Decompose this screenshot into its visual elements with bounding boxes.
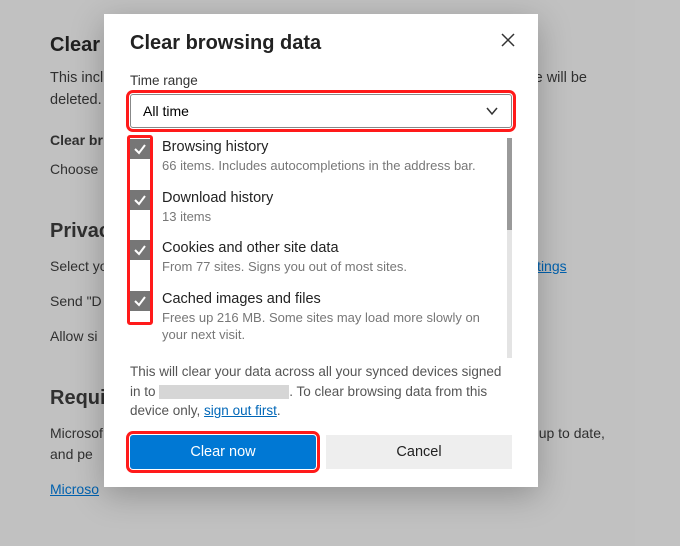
redacted-account	[159, 385, 289, 399]
sync-notice: This will clear your data across all you…	[130, 362, 512, 421]
close-icon	[501, 33, 515, 47]
checkbox-cached[interactable]	[130, 291, 150, 311]
option-subtitle: From 77 sites. Signs you out of most sit…	[162, 259, 499, 276]
sign-out-link[interactable]: sign out first	[204, 403, 277, 418]
option-subtitle: 66 items. Includes autocompletions in th…	[162, 158, 499, 175]
close-button[interactable]	[496, 28, 520, 52]
checkbox-download-history[interactable]	[130, 190, 150, 210]
scrollbar-thumb[interactable]	[507, 138, 512, 230]
clear-now-button[interactable]: Clear now	[130, 435, 316, 469]
option-subtitle: 13 items	[162, 209, 499, 226]
checkmark-icon	[133, 243, 147, 257]
sync-dot: .	[277, 403, 281, 418]
option-title: Cached images and files	[162, 290, 499, 309]
clear-browsing-data-dialog: Clear browsing data Time range All time …	[104, 14, 538, 487]
checkmark-icon	[133, 142, 147, 156]
option-download-history: Download history 13 items	[130, 189, 499, 226]
time-range-select[interactable]: All time	[130, 94, 512, 128]
chevron-down-icon	[485, 104, 499, 118]
option-cached: Cached images and files Frees up 216 MB.…	[130, 290, 499, 344]
checkmark-icon	[133, 193, 147, 207]
time-range-value: All time	[143, 103, 189, 119]
option-title: Browsing history	[162, 138, 499, 157]
cancel-button[interactable]: Cancel	[326, 435, 512, 469]
option-cookies: Cookies and other site data From 77 site…	[130, 239, 499, 276]
option-title: Download history	[162, 189, 499, 208]
dialog-title: Clear browsing data	[130, 32, 512, 55]
options-list: Browsing history 66 items. Includes auto…	[130, 138, 507, 358]
checkmark-icon	[133, 294, 147, 308]
checkbox-browsing-history[interactable]	[130, 139, 150, 159]
time-range-label: Time range	[130, 73, 512, 88]
option-browsing-history: Browsing history 66 items. Includes auto…	[130, 138, 499, 175]
option-subtitle: Frees up 216 MB. Some sites may load mor…	[162, 310, 499, 344]
option-title: Cookies and other site data	[162, 239, 499, 258]
scrollbar[interactable]	[507, 138, 512, 358]
checkbox-cookies[interactable]	[130, 240, 150, 260]
